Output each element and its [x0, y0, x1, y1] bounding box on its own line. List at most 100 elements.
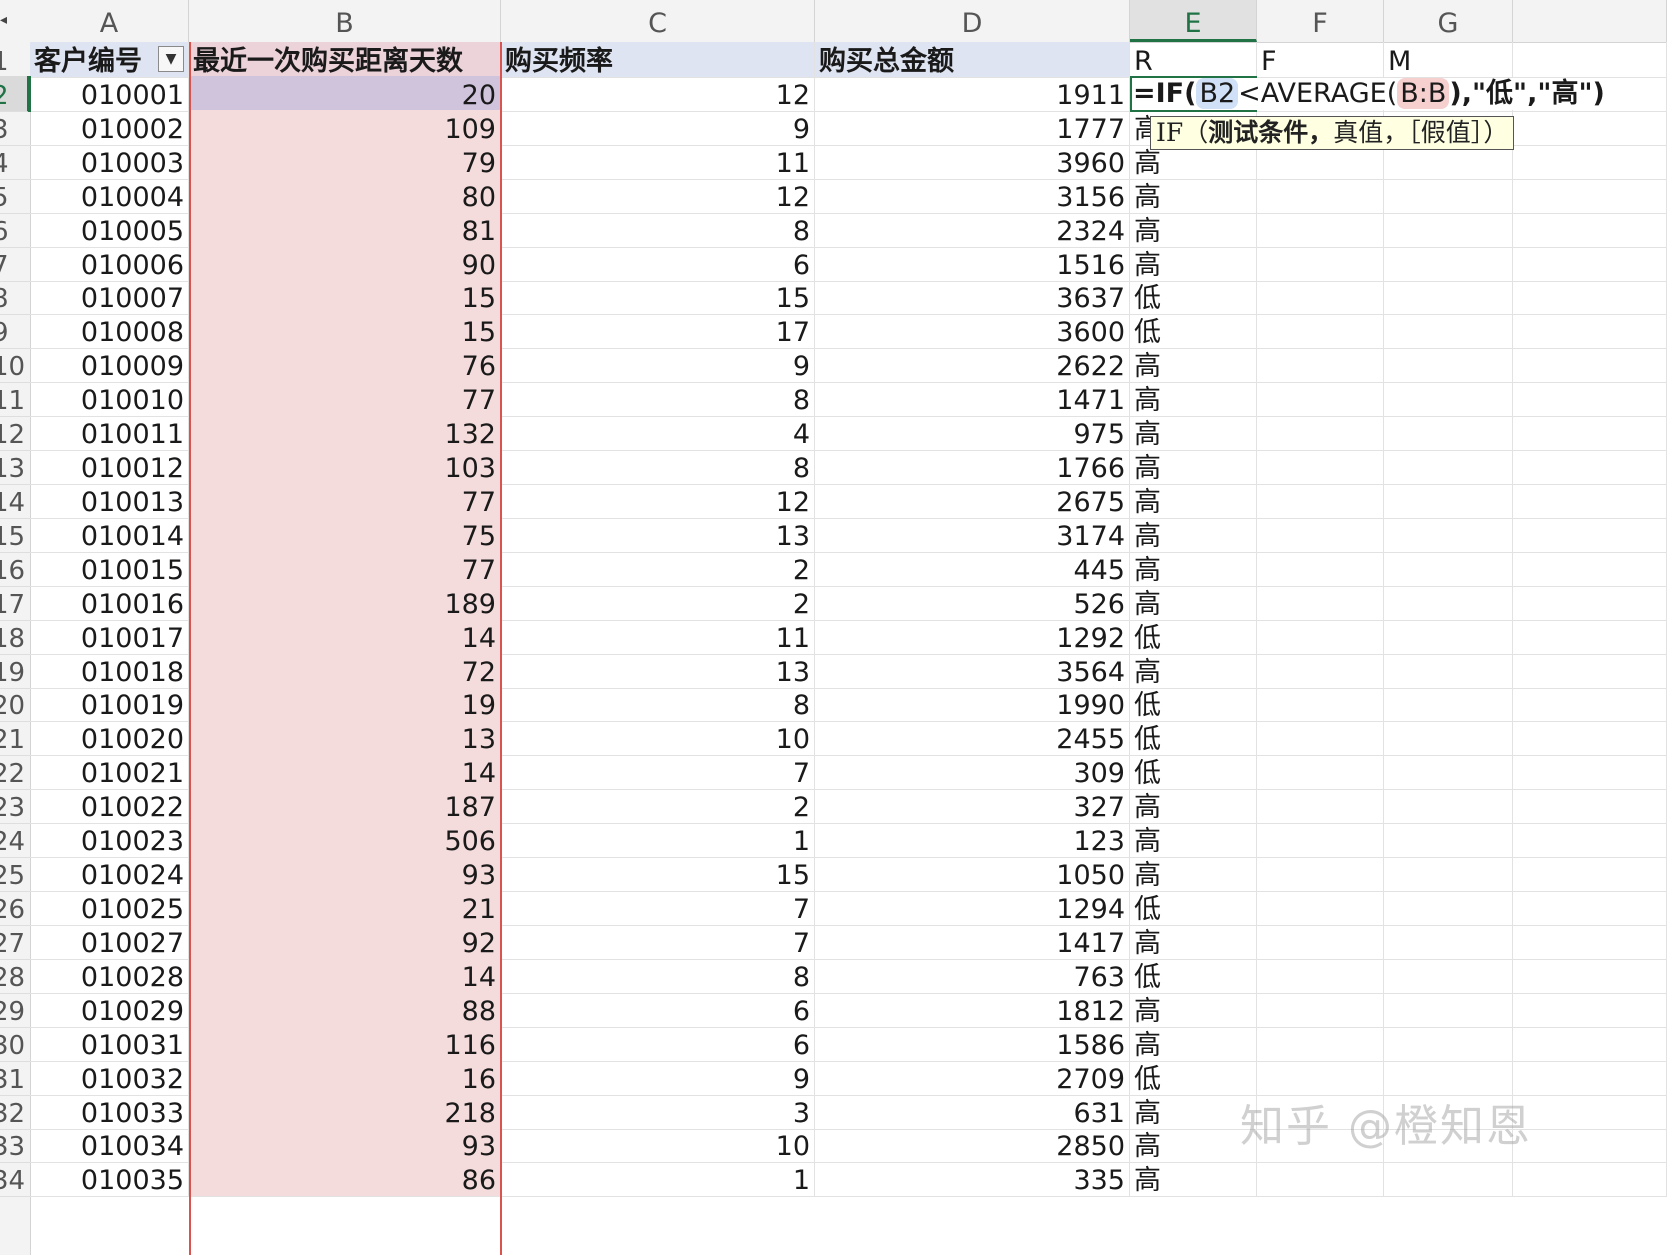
empty-cell[interactable] — [1257, 991, 1384, 1028]
cell-frequency[interactable]: 8 — [501, 211, 815, 248]
empty-cell[interactable] — [1257, 890, 1384, 926]
cell-total-amount[interactable]: 2324 — [815, 211, 1130, 248]
cell-total-amount[interactable]: 2622 — [815, 347, 1130, 384]
empty-cell[interactable] — [1513, 788, 1667, 825]
cell-total-amount[interactable]: 1812 — [815, 991, 1130, 1028]
row-number[interactable]: 30 — [0, 1026, 30, 1062]
cell-frequency[interactable]: 12 — [501, 482, 815, 519]
cell-frequency[interactable]: 12 — [501, 177, 815, 214]
row-number[interactable]: 29 — [0, 992, 30, 1028]
empty-cell[interactable] — [1513, 957, 1667, 994]
cell-total-amount[interactable]: 2455 — [815, 720, 1130, 757]
empty-cell[interactable] — [1257, 482, 1384, 519]
cell-customer-id[interactable]: 010029 — [30, 991, 189, 1028]
empty-cell[interactable] — [1257, 313, 1384, 350]
cell-r-score[interactable]: 高 — [1130, 381, 1257, 418]
cell-frequency[interactable]: 8 — [501, 381, 815, 418]
empty-cell[interactable] — [1257, 652, 1384, 689]
cell-customer-id[interactable]: 010011 — [30, 415, 189, 452]
cell-total-amount[interactable]: 2709 — [815, 1059, 1130, 1096]
empty-cell[interactable] — [1257, 449, 1384, 486]
cell-recency-days[interactable]: 20 — [189, 75, 501, 112]
cell-frequency[interactable]: 13 — [501, 652, 815, 689]
cell-r-score[interactable]: 高 — [1130, 415, 1257, 452]
cell-r-score[interactable]: 低 — [1130, 720, 1257, 757]
cell-customer-id[interactable]: 010023 — [30, 822, 189, 859]
empty-cell[interactable] — [1513, 109, 1667, 146]
empty-cell[interactable] — [1257, 957, 1384, 994]
cell-r-score[interactable]: 低 — [1130, 618, 1257, 655]
cell-frequency[interactable]: 6 — [501, 1025, 815, 1062]
cell-r-score[interactable]: 高 — [1130, 516, 1257, 553]
cell-recency-days[interactable]: 86 — [189, 1161, 501, 1198]
column-header-g[interactable]: G — [1384, 0, 1513, 42]
row-number[interactable]: 4 — [0, 144, 30, 180]
empty-cell[interactable] — [1513, 1127, 1667, 1164]
cell-recency-days[interactable]: 72 — [189, 652, 501, 689]
cell-recency-days[interactable]: 77 — [189, 482, 501, 519]
empty-cell[interactable] — [1257, 788, 1384, 825]
header-cell-frequency[interactable]: 购买频率 — [501, 42, 815, 78]
cell-frequency[interactable]: 8 — [501, 449, 815, 486]
cell-recency-days[interactable]: 14 — [189, 957, 501, 994]
empty-cell[interactable] — [1513, 720, 1667, 757]
cell-r-score[interactable]: 高 — [1130, 1161, 1257, 1198]
cell-frequency[interactable]: 7 — [501, 754, 815, 791]
cell-r-score[interactable]: 高 — [1130, 822, 1257, 859]
cell-total-amount[interactable]: 1911 — [815, 75, 1130, 112]
cell-frequency[interactable]: 10 — [501, 1127, 815, 1164]
row-number[interactable]: 34 — [0, 1161, 30, 1198]
empty-cell[interactable] — [1513, 686, 1667, 723]
empty-cell[interactable] — [1257, 822, 1384, 859]
cell-frequency[interactable]: 8 — [501, 686, 815, 723]
cell-customer-id[interactable]: 010022 — [30, 788, 189, 825]
cell-total-amount[interactable]: 3600 — [815, 313, 1130, 350]
cell-total-amount[interactable]: 3174 — [815, 516, 1130, 553]
row-number[interactable]: 31 — [0, 1060, 30, 1096]
cell-recency-days[interactable]: 14 — [189, 754, 501, 791]
empty-cell[interactable] — [1257, 1161, 1384, 1198]
row-number[interactable]: 23 — [0, 788, 30, 825]
cell-customer-id[interactable]: 010007 — [30, 279, 189, 316]
cell-total-amount[interactable]: 309 — [815, 754, 1130, 791]
cell-r-score[interactable]: 高 — [1130, 1093, 1257, 1130]
cell-frequency[interactable]: 7 — [501, 890, 815, 926]
empty-cell[interactable] — [1384, 686, 1513, 723]
row-number[interactable]: 25 — [0, 856, 30, 893]
empty-cell[interactable] — [1257, 211, 1384, 248]
cell-r-score[interactable]: 高 — [1130, 788, 1257, 825]
empty-cell[interactable] — [1257, 245, 1384, 282]
cell-frequency[interactable]: 9 — [501, 109, 815, 146]
cell-customer-id[interactable]: 010019 — [30, 686, 189, 723]
empty-cell[interactable] — [1384, 347, 1513, 384]
empty-cell[interactable] — [1384, 516, 1513, 553]
cell-frequency[interactable]: 1 — [501, 822, 815, 859]
empty-cell[interactable] — [1257, 856, 1384, 893]
cell-frequency[interactable]: 17 — [501, 313, 815, 350]
empty-cell[interactable] — [1384, 890, 1513, 926]
cell-recency-days[interactable]: 15 — [189, 313, 501, 350]
empty-cell[interactable] — [1257, 584, 1384, 621]
cell-recency-days[interactable]: 116 — [189, 1025, 501, 1062]
empty-cell[interactable] — [1384, 856, 1513, 893]
empty-cell[interactable] — [1513, 245, 1667, 282]
empty-cell[interactable] — [1257, 177, 1384, 214]
cell-r-score[interactable]: 高 — [1130, 550, 1257, 587]
cell-recency-days[interactable]: 132 — [189, 415, 501, 452]
empty-cell[interactable] — [1513, 1059, 1667, 1096]
column-header-a[interactable]: A — [30, 0, 189, 42]
cell-r-score[interactable]: 低 — [1130, 279, 1257, 316]
cell-recency-days[interactable]: 79 — [189, 143, 501, 180]
row-number[interactable]: 1 — [0, 42, 30, 78]
cell-frequency[interactable]: 11 — [501, 618, 815, 655]
cell-customer-id[interactable]: 010020 — [30, 720, 189, 757]
empty-cell[interactable] — [1513, 516, 1667, 553]
cell-recency-days[interactable]: 15 — [189, 279, 501, 316]
empty-cell[interactable] — [1513, 822, 1667, 859]
row-number[interactable]: 33 — [0, 1127, 30, 1164]
cell-r-score[interactable]: 高 — [1130, 856, 1257, 893]
row-number[interactable]: 15 — [0, 517, 30, 553]
empty-cell[interactable] — [1257, 686, 1384, 723]
cell-total-amount[interactable]: 3960 — [815, 143, 1130, 180]
row-number[interactable]: 18 — [0, 619, 30, 655]
